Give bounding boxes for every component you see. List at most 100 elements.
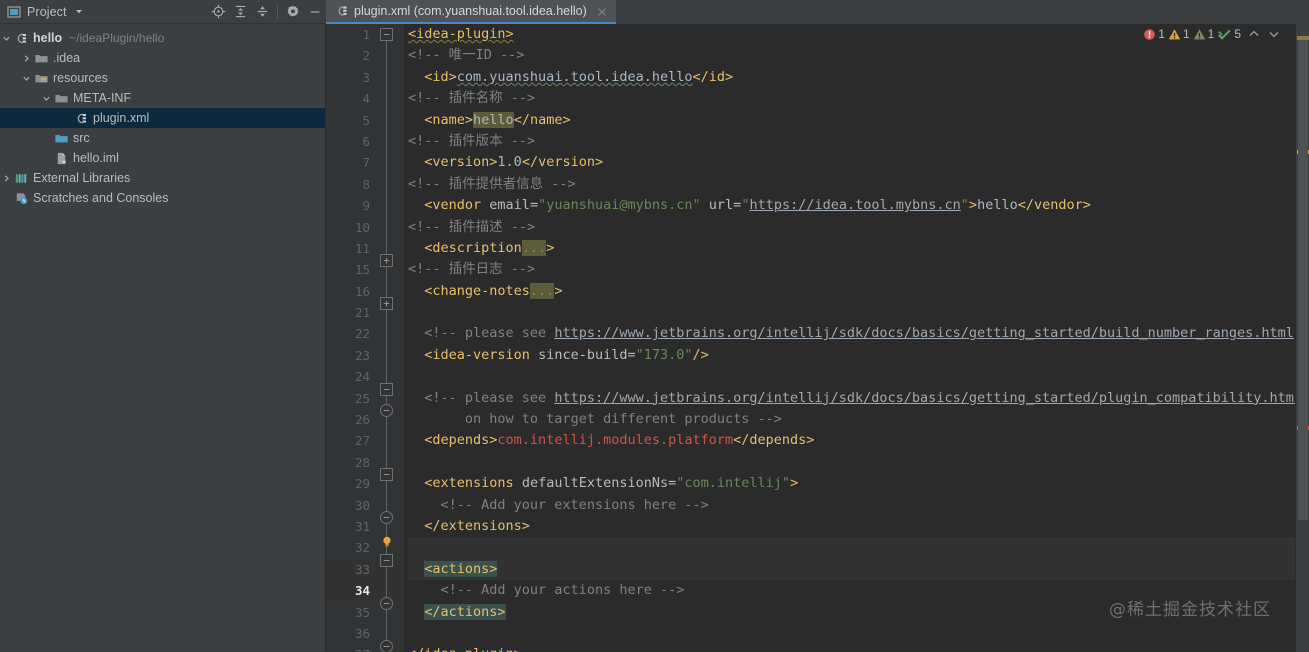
toolbar-divider [277,4,278,19]
tag-description: <description [424,239,522,256]
comment: <!-- 插件版本 --> [408,132,536,149]
code-editor[interactable]: 1 2 3 4 5 6 7 8 9 10 11 15 16 21 22 23 2… [326,24,1309,652]
chevron-down-icon[interactable] [74,3,84,21]
fold-expand-icon[interactable]: + [380,297,393,310]
vendor-url-link[interactable]: https://idea.tool.mybns.cn [749,197,960,213]
code-line-23: <idea-version since-build="173.0"/> [424,346,709,363]
tree-node-resources[interactable]: resources [0,68,325,88]
tag-idea-version: <idea-version [424,346,539,363]
ok-count: 5 [1234,27,1241,41]
minimize-icon[interactable] [304,1,326,23]
tree-node-label: hello [33,31,63,45]
fold-collapse-icon[interactable]: − [380,404,393,417]
inspection-widget[interactable]: 1 1 1 5 [1143,27,1281,41]
gear-icon[interactable] [282,1,304,23]
tree-node-external-libraries[interactable]: External Libraries [0,168,325,188]
tree-node-hello[interactable]: hello ~/ideaPlugin/hello [0,28,325,48]
editor-gutter[interactable]: 1 2 3 4 5 6 7 8 9 10 11 15 16 21 22 23 2… [326,24,404,652]
code-line-15: <!-- 插件日志 --> [408,259,1295,280]
tag-id-open: <id> [424,68,457,85]
editor-tab-plugin-xml[interactable]: plugin.xml (com.yuanshuai.tool.idea.hell… [326,0,616,24]
iml-file-icon [53,151,69,166]
chevron-down-icon[interactable] [0,34,13,43]
idea-window: Project plugin.xml (com.yuanshuai.tool.i… [0,0,1309,652]
error-icon [1144,28,1156,40]
comment: <!-- Add your actions here --> [440,582,685,599]
folding-column[interactable]: − + + − − − − − − − [376,24,398,652]
comment: <!-- 插件名称 --> [408,90,536,107]
folder-icon [33,51,49,66]
folded-placeholder[interactable]: ... [521,239,547,256]
chevron-down-icon[interactable] [1267,27,1281,41]
collapse-all-icon[interactable] [251,1,273,23]
tree-node-scratches-and-consoles[interactable]: Scratches and Consoles [0,188,325,208]
inspection-weak-warnings[interactable]: 1 [1193,27,1214,41]
tag-extensions-close: </extensions> [424,517,530,534]
tag-idea-plugin: <idea-plugin> [408,26,514,42]
tree-node-label: Scratches and Consoles [33,191,169,205]
inspection-ok[interactable]: 5 [1217,27,1241,41]
editor-marker-bar[interactable] [1295,24,1309,652]
fold-expand-icon[interactable]: + [380,254,393,267]
code-line-32 [408,537,1295,559]
fold-collapse-icon[interactable]: − [380,511,393,524]
project-toolwindow-title: Project [27,4,67,19]
chevron-down-icon[interactable] [20,74,33,83]
editor-scrollbar-thumb[interactable] [1298,40,1308,520]
fold-collapse-icon[interactable]: − [380,468,393,481]
chevron-up-icon[interactable] [1247,27,1261,41]
tag-name-open: <name> [424,111,474,128]
top-row: Project plugin.xml (com.yuanshuai.tool.i… [0,0,1309,24]
tag-name-close: </name> [513,111,571,128]
folder-icon [53,91,69,106]
tree-node-src[interactable]: src [0,128,325,148]
code-line-16: <change-notes...> [408,281,1295,302]
fold-collapse-icon[interactable]: − [380,640,393,652]
chevron-right-icon[interactable] [0,174,13,183]
close-icon[interactable] [596,5,608,17]
inspection-warnings[interactable]: 1 [1168,27,1190,41]
fold-collapse-icon[interactable]: − [380,28,393,41]
chevron-down-icon[interactable] [40,94,53,103]
comment: <!-- 插件提供者信息 --> [408,175,576,192]
code-line-5: <name>hello</name> [408,110,1295,131]
fold-collapse-icon[interactable]: − [380,383,393,396]
plugin-compatibility-link[interactable]: https://www.jetbrains.org/intellij/sdk/d… [554,390,1295,406]
project-tree[interactable]: hello ~/ideaPlugin/hello .idea resources [0,24,326,652]
name-value: hello [473,111,514,128]
tree-node-label: resources [53,71,108,85]
fold-collapse-icon[interactable]: − [380,597,393,610]
tree-node-label: META-INF [73,91,132,105]
tag-vendor-close: </vendor> [1017,197,1091,214]
editor-tab-label: plugin.xml (com.yuanshuai.tool.idea.hell… [354,4,587,18]
code-line-29: <extensions defaultExtensionNs="com.inte… [424,475,799,492]
chevron-right-icon[interactable] [20,54,33,63]
intention-bulb-icon[interactable] [380,534,394,548]
check-icon [1218,29,1231,40]
folded-placeholder[interactable]: ... [529,282,555,299]
scratches-icon [13,191,29,206]
code-line-25: <!-- please see https://www.jetbrains.or… [408,388,1295,409]
comment: <!-- 唯一ID --> [408,47,525,64]
editor-code-area[interactable]: <idea-plugin> <!-- 唯一ID --> <id>com.yuan… [404,24,1295,652]
tree-node-meta-inf[interactable]: META-INF [0,88,325,108]
gt: > [554,282,563,299]
body-row: hello ~/ideaPlugin/hello .idea resources [0,24,1309,652]
locate-icon[interactable] [207,1,229,23]
plugin-xml-icon [335,4,349,18]
tree-node-plugin-xml[interactable]: plugin.xml [0,108,325,128]
tree-node-idea[interactable]: .idea [0,48,325,68]
code-line-27: <depends>com.intellij.modules.platform</… [408,430,1295,451]
tree-node-label: .idea [53,51,81,65]
build-number-ranges-link[interactable]: https://www.jetbrains.org/intellij/sdk/d… [554,325,1294,341]
expand-all-icon[interactable] [229,1,251,23]
fold-collapse-icon[interactable]: − [380,554,393,567]
quote: " [960,197,969,214]
inspection-errors[interactable]: 1 [1143,27,1165,41]
comment: on how to target different products --> [424,411,782,428]
code-line-3: <id>com.yuanshuai.tool.idea.hello</id> [408,67,1295,88]
tree-node-hello-iml[interactable]: hello.iml [0,148,325,168]
